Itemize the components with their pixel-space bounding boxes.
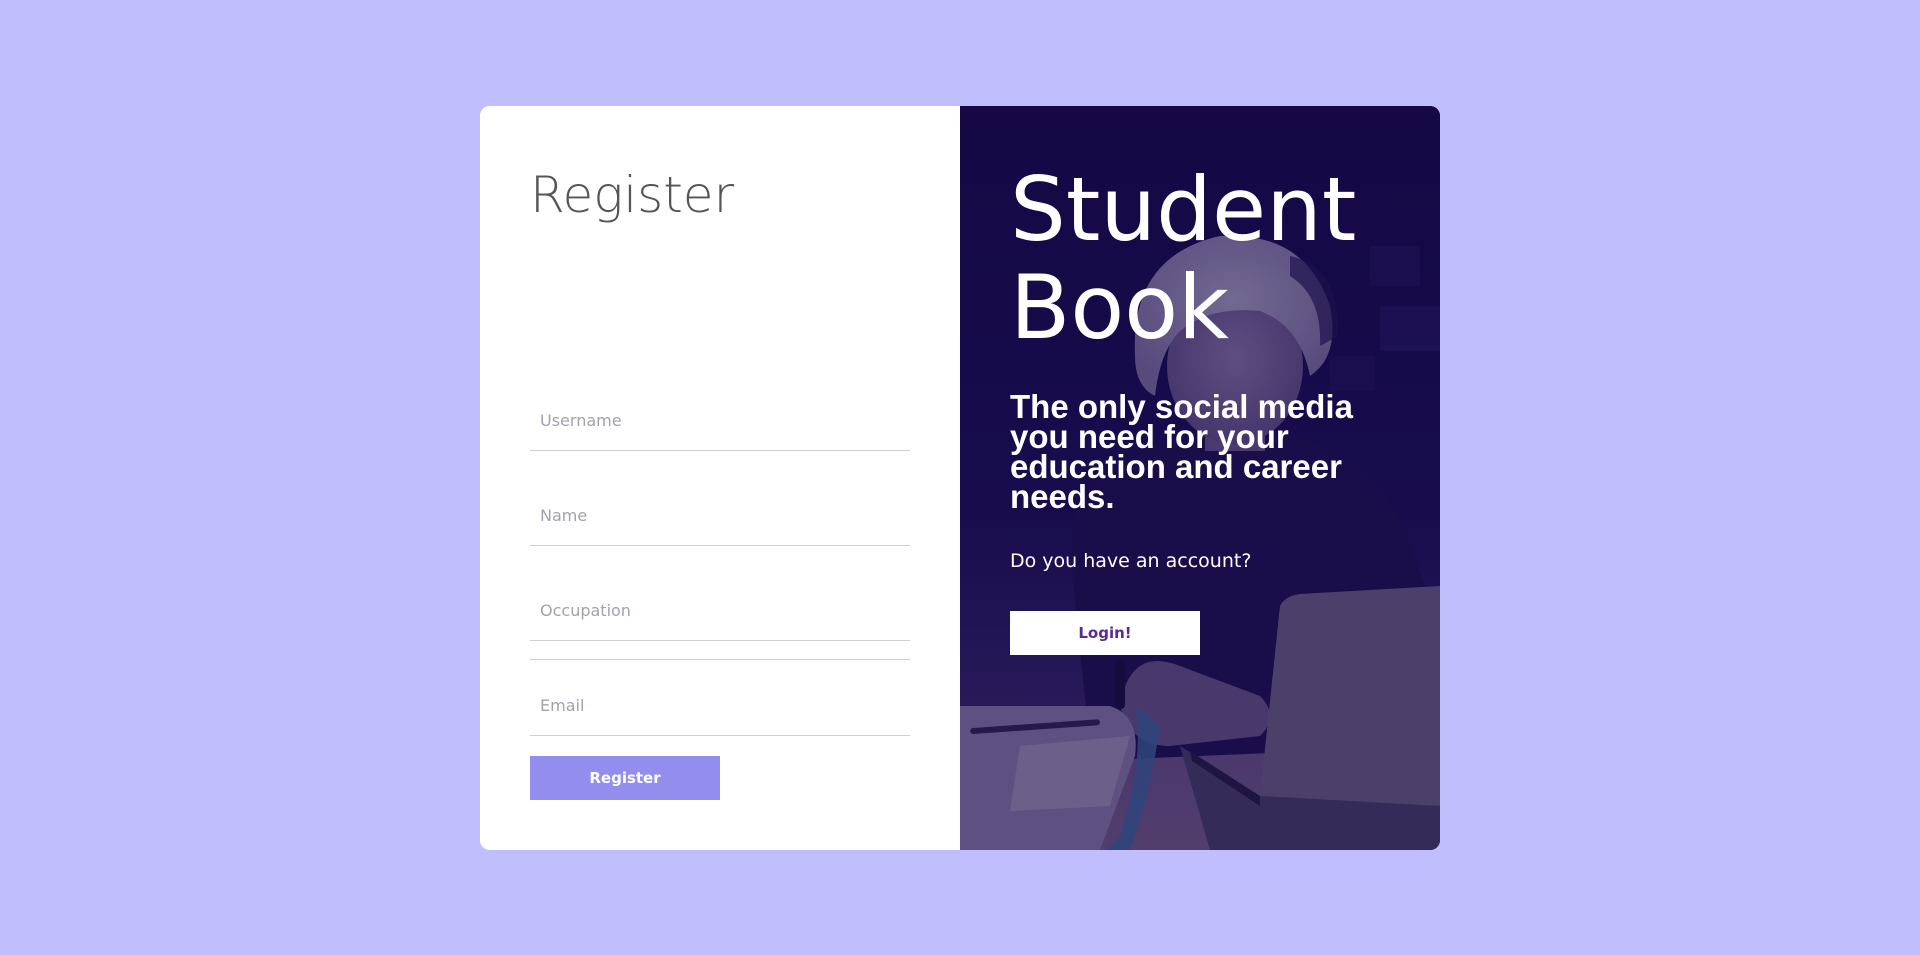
hero-panel: Student Book The only social media you n… [960, 106, 1440, 850]
username-input[interactable] [530, 391, 910, 451]
register-title: Register [530, 166, 735, 224]
account-question: Do you have an account? [1010, 550, 1252, 572]
register-button[interactable]: Register [530, 756, 720, 800]
register-panel: Register Register [480, 106, 960, 850]
occupation-input[interactable] [530, 581, 910, 641]
login-button[interactable]: Login! [1010, 611, 1200, 655]
email-input[interactable] [530, 676, 910, 736]
password-input[interactable] [530, 659, 910, 660]
register-card: Register Register [480, 106, 1440, 850]
hero-tagline: The only social media you need for your … [1010, 388, 1353, 515]
name-input[interactable] [530, 486, 910, 546]
hero-title: Student Book [1010, 158, 1357, 359]
